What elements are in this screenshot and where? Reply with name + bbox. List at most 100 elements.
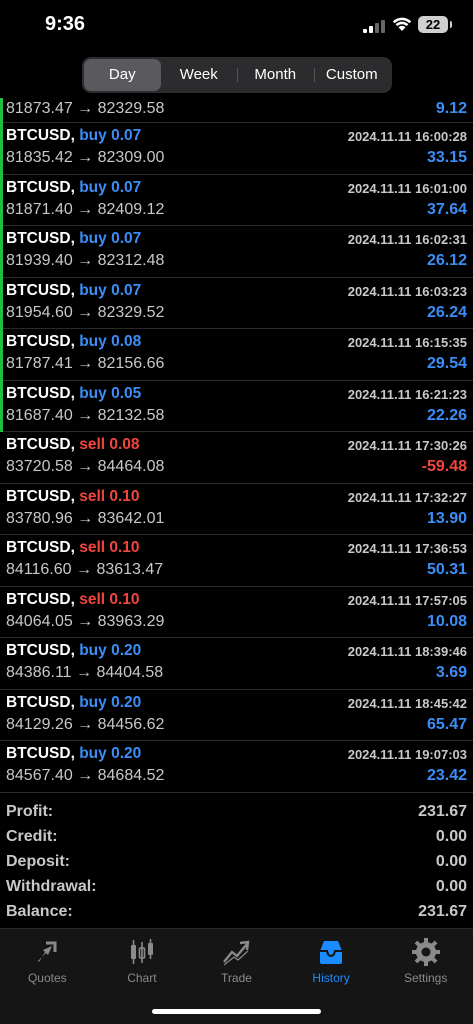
tab-label: History (312, 971, 350, 985)
deal-symbol: BTCUSD, buy 0.07 (6, 179, 141, 197)
deal-time: 2024.11.11 17:36:53 (347, 541, 467, 556)
cellular-signal-icon (363, 20, 385, 33)
symbol-name: BTCUSD, (6, 590, 75, 608)
deal-row[interactable]: BTCUSD, buy 0.07 2024.11.11 16:02:31 819… (0, 226, 473, 278)
period-week[interactable]: Week (161, 59, 238, 91)
summary-deposit: Deposit: 0.00 (0, 849, 473, 874)
deal-row[interactable]: BTCUSD, buy 0.20 2024.11.11 19:07:03 845… (0, 741, 473, 793)
deal-time: 2024.11.11 16:21:23 (347, 386, 467, 402)
period-custom[interactable]: Custom (313, 59, 391, 91)
summary-label: Profit: (6, 803, 54, 820)
deal-profit: 9.12 (435, 100, 467, 117)
deal-row[interactable]: BTCUSD, sell 0.08 2024.11.11 17:30:26 83… (0, 432, 473, 484)
deal-volume: 0.20 (111, 642, 142, 659)
settings-icon (411, 938, 440, 966)
symbol-name: BTCUSD, (6, 436, 75, 453)
deal-time: 2024.11.11 16:02:31 (347, 232, 467, 247)
symbol-name: BTCUSD, (6, 642, 75, 659)
deal-profit: 26.12 (426, 252, 467, 269)
summary-label: Credit: (6, 828, 58, 845)
deal-time: 2024.11.11 17:57:05 (347, 592, 467, 608)
deal-symbol: BTCUSD, sell 0.10 (6, 488, 140, 506)
home-indicator[interactable] (152, 1009, 321, 1014)
tab-settings[interactable]: Settings (378, 929, 473, 1024)
deal-row[interactable]: BTCUSD, buy 0.20 2024.11.11 18:39:46 843… (0, 638, 473, 690)
symbol-name: BTCUSD, (6, 281, 75, 299)
deal-row[interactable]: BTCUSD, sell 0.10 2024.11.11 17:57:05 84… (0, 587, 473, 638)
summary-profit: Profit: 231.67 (0, 799, 473, 824)
deal-row[interactable]: BTCUSD, buy 0.08 2024.11.11 16:15:35 817… (0, 329, 473, 381)
deal-prices: 81687.40 → 82132.58 (6, 406, 165, 424)
period-selector: Day Week Month Custom (82, 57, 392, 93)
deal-symbol: BTCUSD, buy 0.20 (6, 642, 141, 660)
deal-prices: 84386.11 → 84404.58 (6, 664, 164, 681)
wifi-icon (392, 17, 412, 31)
tab-quotes[interactable]: Quotes (0, 929, 95, 1024)
deal-volume: 0.07 (111, 127, 142, 144)
deal-side: buy (79, 333, 107, 350)
tab-label: Quotes (27, 971, 67, 985)
deal-volume: 0.07 (111, 178, 142, 196)
deal-time: 2024.11.11 16:01:00 (347, 180, 467, 196)
symbol-name: BTCUSD, (6, 384, 75, 402)
deal-prices: 81871.40 → 82409.12 (6, 200, 165, 218)
deal-symbol: BTCUSD, buy 0.08 (6, 333, 141, 351)
summary-label: Balance: (6, 903, 73, 920)
deal-profit: 33.15 (426, 149, 467, 166)
deal-row[interactable]: BTCUSD, buy 0.20 2024.11.11 18:45:42 841… (0, 690, 473, 741)
summary: Profit: 231.67 Credit: 0.00 Deposit: 0.00 W… (0, 799, 473, 924)
period-day[interactable]: Day (84, 59, 161, 91)
deal-symbol: BTCUSD, buy 0.20 (6, 694, 141, 712)
symbol-name: BTCUSD, (6, 487, 75, 505)
deal-profit: 29.54 (426, 355, 467, 372)
deal-time: 2024.11.11 16:03:23 (347, 283, 467, 299)
deal-row[interactable]: 81873.47 → 82329.58 9.12 (0, 98, 473, 123)
deal-row[interactable]: BTCUSD, sell 0.10 2024.11.11 17:32:27 83… (0, 484, 473, 535)
summary-value: 231.67 (418, 803, 467, 820)
deal-volume: 0.10 (109, 487, 140, 505)
symbol-name: BTCUSD, (6, 539, 75, 556)
tab-label: Chart (127, 971, 157, 985)
deal-side: buy (79, 178, 107, 196)
deal-time: 2024.11.11 19:07:03 (347, 747, 467, 762)
summary-credit: Credit: 0.00 (0, 824, 473, 849)
deal-row[interactable]: BTCUSD, buy 0.05 2024.11.11 16:21:23 816… (0, 380, 473, 432)
deal-volume: 0.10 (109, 590, 140, 608)
summary-withdrawal: Withdrawal: 0.00 (0, 874, 473, 899)
deal-time: 2024.11.11 17:32:27 (347, 489, 467, 505)
deal-symbol: BTCUSD, buy 0.20 (6, 745, 141, 763)
deal-time: 2024.11.11 17:30:26 (347, 438, 467, 453)
deal-volume: 0.05 (111, 384, 142, 402)
symbol-name: BTCUSD, (6, 178, 75, 196)
deal-volume: 0.20 (111, 693, 142, 711)
status-time: 9:36 (45, 13, 86, 35)
deal-row[interactable]: BTCUSD, sell 0.10 2024.11.11 17:36:53 84… (0, 535, 473, 587)
deal-profit: 50.31 (426, 561, 467, 578)
deal-prices: 84064.05 → 83963.29 (6, 612, 165, 630)
history-icon (320, 941, 343, 964)
deal-side: buy (79, 642, 107, 659)
deal-side: buy (79, 693, 107, 711)
deal-symbol: BTCUSD, buy 0.07 (6, 127, 141, 145)
deal-prices: 81954.60 → 82329.52 (6, 303, 165, 321)
deal-row[interactable]: BTCUSD, buy 0.07 2024.11.11 16:01:00 818… (0, 174, 473, 226)
deal-prices: 81787.41 → 82156.66 (6, 355, 165, 372)
symbol-name: BTCUSD, (6, 745, 75, 762)
deal-time: 2024.11.11 16:00:28 (347, 129, 467, 144)
deal-side: sell (79, 436, 106, 453)
period-month[interactable]: Month (237, 59, 314, 91)
symbol-name: BTCUSD, (6, 693, 75, 711)
deal-row[interactable]: BTCUSD, buy 0.07 2024.11.11 16:00:28 818… (0, 123, 473, 175)
battery-icon: 22 (418, 16, 452, 33)
deal-side: buy (79, 127, 107, 144)
deal-prices: 84129.26 → 84456.62 (6, 715, 165, 733)
deal-symbol: BTCUSD, buy 0.07 (6, 282, 141, 300)
deal-row[interactable]: BTCUSD, buy 0.07 2024.11.11 16:03:23 819… (0, 277, 473, 329)
deal-profit: 13.90 (426, 509, 467, 527)
deal-side: buy (79, 384, 107, 402)
deal-profit: 10.08 (426, 612, 467, 630)
deal-side: buy (79, 281, 107, 299)
deal-prices: 83780.96 → 83642.01 (6, 509, 165, 527)
deal-profit: 65.47 (426, 715, 467, 733)
deal-symbol: BTCUSD, sell 0.10 (6, 591, 140, 609)
